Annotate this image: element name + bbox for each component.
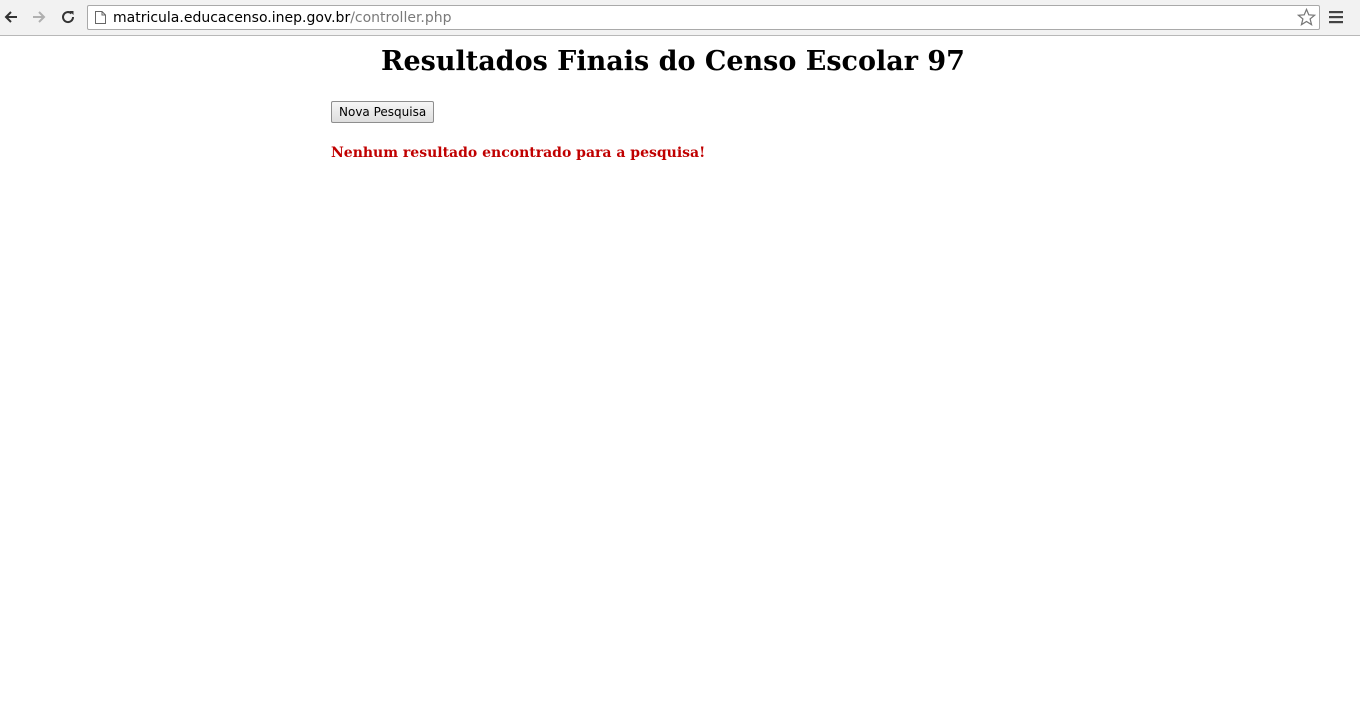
page-content: Resultados Finais do Censo Escolar 97 No… bbox=[0, 36, 1360, 710]
new-search-button[interactable]: Nova Pesquisa bbox=[331, 101, 435, 123]
reload-icon bbox=[62, 11, 75, 24]
url-host: matricula.educacenso.inep.gov.br bbox=[113, 10, 351, 26]
address-bar[interactable]: matricula.educacenso.inep.gov.br/control… bbox=[87, 5, 1320, 30]
star-icon[interactable] bbox=[1297, 8, 1316, 27]
page-icon bbox=[95, 11, 106, 24]
no-result-message: Nenhum resultado encontrado para a pesqu… bbox=[331, 145, 706, 161]
url-path: /controller.php bbox=[350, 10, 452, 26]
url-text[interactable]: matricula.educacenso.inep.gov.br/control… bbox=[113, 9, 452, 27]
forward-arrow-icon bbox=[33, 11, 46, 23]
page-title: Resultados Finais do Censo Escolar 97 bbox=[381, 46, 965, 77]
back-button[interactable] bbox=[0, 6, 22, 28]
reload-button[interactable] bbox=[57, 6, 79, 28]
forward-button[interactable] bbox=[28, 6, 50, 28]
hamburger-menu-icon[interactable] bbox=[1327, 8, 1345, 26]
browser-toolbar: matricula.educacenso.inep.gov.br/control… bbox=[0, 0, 1360, 36]
back-arrow-icon bbox=[4, 11, 17, 23]
